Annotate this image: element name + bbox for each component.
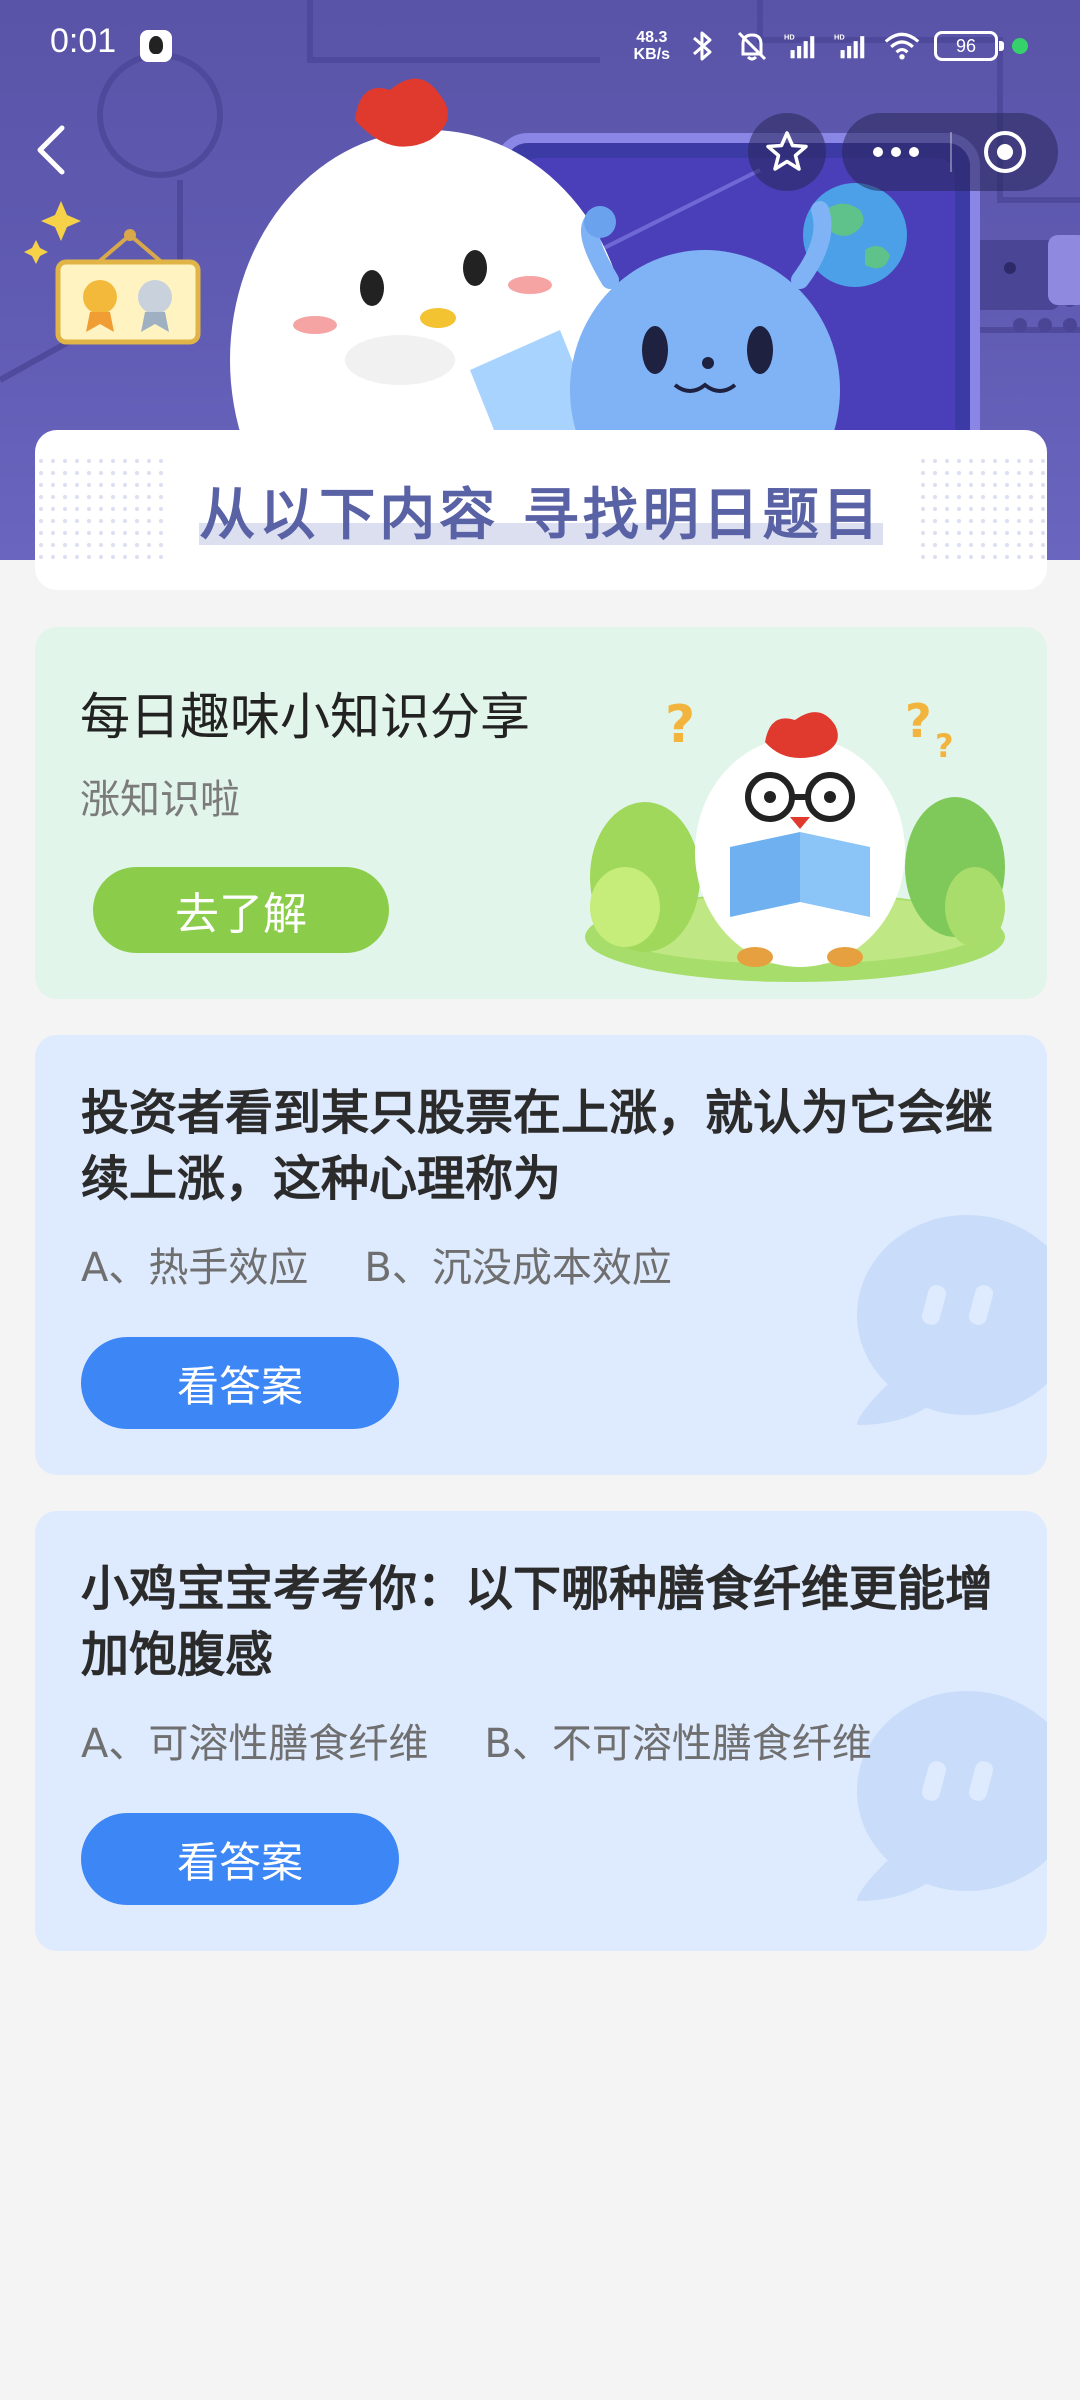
status-time: 0:01 <box>50 22 117 60</box>
favorite-button[interactable] <box>748 113 826 191</box>
svg-text:?: ? <box>905 694 932 748</box>
option-b: B、不可溶性膳食纤维 <box>484 1721 872 1767</box>
net-speed-unit: KB/s <box>633 46 670 63</box>
wifi-icon <box>884 32 920 60</box>
more-dots-icon[interactable] <box>842 113 950 191</box>
chat-bubble-icon <box>857 1691 1047 1901</box>
star-icon <box>766 131 808 171</box>
target-circle-icon[interactable] <box>952 113 1058 191</box>
bluetooth-icon <box>693 31 712 61</box>
svg-text:HD: HD <box>834 32 845 41</box>
question-card: 小鸡宝宝考考你：以下哪种膳食纤维更能增加饱腹感 A、可溶性膳食纤维 B、不可溶性膳… <box>35 1511 1047 1951</box>
hd-signal-icon: HD <box>784 32 815 59</box>
question-options: A、热手效应 B、沉没成本效应 <box>81 1235 672 1293</box>
knowledge-subtitle: 涨知识啦 <box>80 777 240 823</box>
learn-more-button[interactable]: 去了解 <box>93 867 389 953</box>
option-a: A、可溶性膳食纤维 <box>81 1721 429 1767</box>
chat-bubble-icon <box>857 1215 1047 1425</box>
net-speed-value: 48.3 <box>636 29 668 46</box>
page-title: 从以下内容 寻找明日题目 <box>199 482 883 548</box>
view-answer-button[interactable]: 看答案 <box>81 1813 399 1905</box>
dots-decoration <box>35 455 165 565</box>
option-b: B、沉没成本效应 <box>364 1245 672 1291</box>
svg-text:HD: HD <box>784 32 795 41</box>
svg-text:?: ? <box>935 727 954 765</box>
option-a: A、热手效应 <box>81 1245 309 1291</box>
status-bar: 0:01 48.3 KB/s HD HD 96 <box>0 0 1080 92</box>
status-icons: 48.3 KB/s HD HD 96 <box>634 26 1028 66</box>
privacy-dot <box>1012 38 1028 54</box>
view-answer-button[interactable]: 看答案 <box>81 1337 399 1429</box>
battery-icon: 96 <box>934 31 1004 61</box>
question-title: 投资者看到某只股票在上涨，就认为它会继续上涨，这种心理称为 <box>81 1085 994 1207</box>
chevron-left-icon[interactable] <box>26 120 76 180</box>
qq-icon <box>140 30 172 62</box>
dots-decoration <box>917 455 1047 565</box>
knowledge-title: 每日趣味小知识分享 <box>80 688 530 746</box>
daily-knowledge-card[interactable]: 每日趣味小知识分享 涨知识啦 去了解 ? ? ? <box>35 627 1047 999</box>
net-speed: 48.3 KB/s <box>634 29 670 63</box>
svg-text:?: ? <box>665 695 695 755</box>
question-options: A、可溶性膳食纤维 B、不可溶性膳食纤维 <box>81 1711 872 1769</box>
mini-program-capsule <box>842 113 1058 191</box>
banner-title-card: 从以下内容 寻找明日题目 <box>35 430 1047 590</box>
reading-chick-illustration: ? ? ? <box>585 694 1005 982</box>
mute-bell-icon <box>737 31 767 61</box>
question-card: 投资者看到某只股票在上涨，就认为它会继续上涨，这种心理称为 A、热手效应 B、沉没… <box>35 1035 1047 1475</box>
question-title: 小鸡宝宝考考你：以下哪种膳食纤维更能增加饱腹感 <box>81 1561 994 1683</box>
hd-signal-icon: HD <box>834 32 865 59</box>
